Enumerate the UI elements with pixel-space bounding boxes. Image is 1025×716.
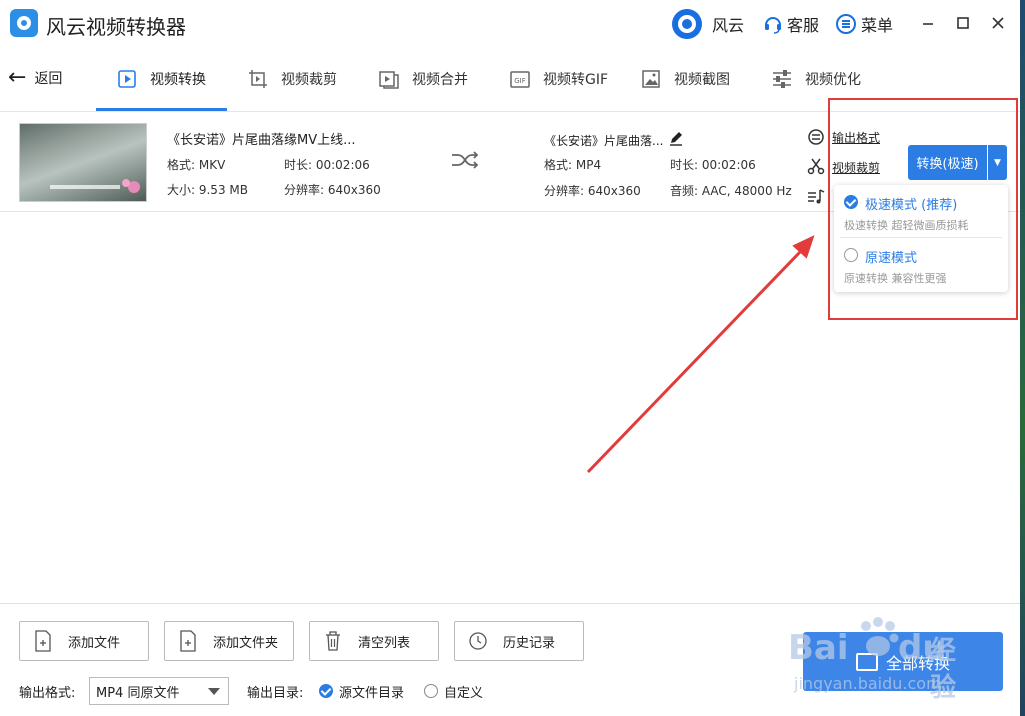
output-format-select[interactable]: MP4 同原文件 — [89, 677, 229, 705]
convert-all-label: 全部转换 — [885, 653, 950, 673]
source-dir-label[interactable]: 源文件目录 — [339, 682, 404, 701]
desktop-edge — [1020, 0, 1025, 716]
clear-list-button[interactable]: 清空列表 — [309, 621, 439, 661]
source-dir-radio[interactable] — [319, 684, 333, 698]
bottom-bar: 添加文件 添加文件夹 清空列表 历史记录 输出格式: MP4 同原文件 输出目录… — [0, 603, 1025, 716]
add-folder-icon — [180, 630, 196, 652]
output-format-label: 输出格式: — [19, 686, 76, 701]
convert-all-icon — [855, 652, 878, 671]
caret-down-icon — [208, 688, 220, 695]
add-folder-button[interactable]: 添加文件夹 — [164, 621, 294, 661]
select-value: MP4 同原文件 — [96, 685, 180, 701]
custom-dir-label[interactable]: 自定义 — [444, 682, 483, 701]
button-label: 添加文件 — [68, 635, 121, 651]
button-label: 历史记录 — [503, 635, 556, 651]
add-file-icon — [35, 630, 51, 652]
history-button[interactable]: 历史记录 — [454, 621, 584, 661]
add-file-button[interactable]: 添加文件 — [19, 621, 149, 661]
trash-icon — [326, 631, 340, 651]
convert-all-button[interactable]: 全部转换 — [803, 632, 1003, 691]
custom-dir-radio[interactable] — [424, 684, 438, 698]
button-label: 清空列表 — [358, 635, 411, 651]
button-label: 添加文件夹 — [213, 635, 279, 651]
output-dir-label: 输出目录: — [247, 686, 304, 701]
clock-icon — [469, 632, 487, 650]
